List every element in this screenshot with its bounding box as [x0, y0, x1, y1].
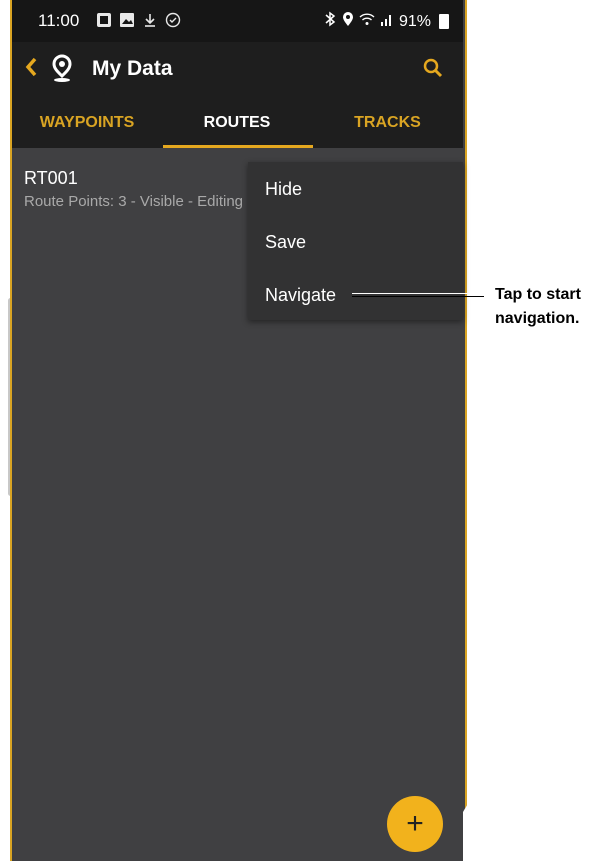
- app-bar: My Data: [12, 42, 463, 98]
- status-left-icons: [96, 12, 181, 32]
- bluetooth-icon: [323, 11, 337, 32]
- status-bar: 11:00 91%: [12, 0, 463, 42]
- check-circle-icon: [165, 12, 181, 32]
- wifi-icon: [359, 12, 375, 31]
- status-time: 11:00: [38, 11, 80, 30]
- status-right-icons: 91%: [323, 11, 449, 32]
- location-icon: [342, 11, 354, 32]
- add-route-button[interactable]: +: [387, 796, 443, 852]
- search-icon[interactable]: [421, 56, 445, 85]
- notification-icon: [96, 12, 112, 32]
- chevron-left-icon[interactable]: [23, 54, 39, 87]
- route-details: Route Points: 3 - Visible - Editing: [24, 193, 244, 210]
- signal-icon: [380, 12, 394, 31]
- callout-line-1: Tap to start: [495, 286, 581, 303]
- menu-item-hide[interactable]: Hide: [265, 179, 302, 200]
- battery-icon: [439, 14, 449, 29]
- download-icon: [142, 12, 158, 32]
- tab-bar: WAYPOINTS ROUTES TRACKS: [12, 98, 463, 148]
- image-icon: [119, 12, 135, 32]
- tab-waypoints[interactable]: WAYPOINTS: [12, 98, 162, 148]
- callout-leader-line: [352, 293, 484, 297]
- callout-line-2: navigation.: [495, 310, 580, 327]
- phone-frame: 11:00 91% My Data WAYPOINTS ROUTES TRACK…: [0, 0, 473, 861]
- tab-tracks[interactable]: TRACKS: [312, 98, 463, 148]
- page-title: My Data: [92, 57, 173, 80]
- map-pin-icon: [50, 54, 74, 89]
- menu-item-save[interactable]: Save: [265, 232, 306, 253]
- battery-percent: 91%: [398, 12, 431, 30]
- route-name[interactable]: RT001: [24, 168, 78, 189]
- callout-annotation: Tap to start navigation.: [495, 283, 581, 331]
- menu-item-navigate[interactable]: Navigate: [265, 285, 336, 306]
- tab-routes[interactable]: ROUTES: [162, 98, 312, 148]
